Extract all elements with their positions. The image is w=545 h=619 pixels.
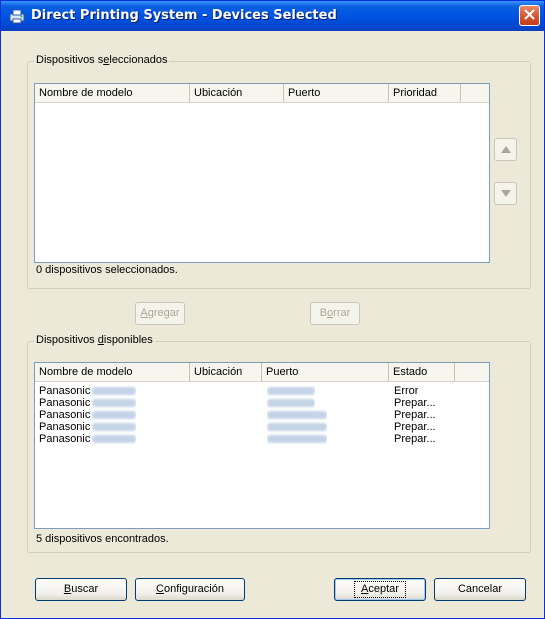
port-cell xyxy=(267,397,315,409)
configuration-button[interactable]: Configuración xyxy=(135,578,245,601)
model-cell: Panasonic xyxy=(39,385,137,397)
accept-label: Aceptar xyxy=(354,581,406,598)
add-button[interactable]: Agregar xyxy=(135,302,185,325)
column-header-status[interactable]: Estado xyxy=(389,363,455,381)
arrow-down-icon xyxy=(500,188,511,200)
move-up-button[interactable] xyxy=(494,138,517,161)
column-header-port[interactable]: Puerto xyxy=(284,84,389,102)
found-count-text: 5 dispositivos encontrados. xyxy=(36,533,169,545)
window-title: Direct Printing System - Devices Selecte… xyxy=(31,8,337,23)
close-button[interactable] xyxy=(519,5,540,26)
available-list-header: Nombre de modelo Ubicación Puerto Estado xyxy=(35,363,489,382)
search-button[interactable]: Buscar xyxy=(35,578,127,601)
port-cell xyxy=(267,421,327,433)
title-bar[interactable]: Direct Printing System - Devices Selecte… xyxy=(1,1,544,31)
port-cell xyxy=(267,409,327,421)
model-cell: Panasonic xyxy=(39,421,137,433)
redacted-model xyxy=(92,435,137,444)
redacted-port xyxy=(267,435,327,444)
column-header-priority[interactable]: Prioridad xyxy=(389,84,461,102)
status-cell: Prepar... xyxy=(394,397,436,409)
delete-button[interactable]: Borrar xyxy=(310,302,360,325)
redacted-port xyxy=(267,399,315,408)
dialog-window: Direct Printing System - Devices Selecte… xyxy=(0,0,545,619)
printer-system-icon xyxy=(9,8,25,24)
model-cell: Panasonic xyxy=(39,433,137,445)
table-row[interactable]: Panasonic Error xyxy=(35,385,489,397)
table-row[interactable]: Panasonic Prepar... xyxy=(35,397,489,409)
column-header-port[interactable]: Puerto xyxy=(262,363,389,381)
redacted-port xyxy=(267,423,327,432)
redacted-port xyxy=(267,411,327,420)
redacted-model xyxy=(92,387,137,396)
status-cell: Prepar... xyxy=(394,421,436,433)
close-icon xyxy=(524,9,535,23)
arrow-up-icon xyxy=(500,144,511,156)
column-header-model[interactable]: Nombre de modelo xyxy=(35,84,190,102)
available-devices-group: Dispositivos disponibles Nombre de model… xyxy=(27,334,531,553)
available-devices-legend: Dispositivos disponibles xyxy=(34,334,155,346)
selected-count-text: 0 dispositivos seleccionados. xyxy=(36,264,178,276)
redacted-model xyxy=(92,423,137,432)
column-header-location[interactable]: Ubicación xyxy=(190,363,262,381)
model-cell: Panasonic xyxy=(39,409,137,421)
column-header-location[interactable]: Ubicación xyxy=(190,84,284,102)
status-cell: Prepar... xyxy=(394,409,436,421)
port-cell xyxy=(267,433,327,445)
redacted-model xyxy=(92,399,137,408)
table-row[interactable]: Panasonic Prepar... xyxy=(35,421,489,433)
selected-devices-legend: Dispositivos seleccionados xyxy=(34,54,170,66)
redacted-model xyxy=(92,411,137,420)
status-cell: Error xyxy=(394,385,419,397)
selected-devices-list[interactable]: Nombre de modelo Ubicación Puerto Priori… xyxy=(34,83,490,263)
model-cell: Panasonic xyxy=(39,397,137,409)
selected-list-header: Nombre de modelo Ubicación Puerto Priori… xyxy=(35,84,489,103)
available-devices-list[interactable]: Nombre de modelo Ubicación Puerto Estado… xyxy=(34,362,490,529)
table-row[interactable]: Panasonic Prepar... xyxy=(35,433,489,445)
selected-devices-group: Dispositivos seleccionados Nombre de mod… xyxy=(27,54,531,289)
port-cell xyxy=(267,385,315,397)
status-cell: Prepar... xyxy=(394,433,436,445)
table-row[interactable]: Panasonic Prepar... xyxy=(35,409,489,421)
accept-button[interactable]: Aceptar xyxy=(334,578,426,601)
move-down-button[interactable] xyxy=(494,182,517,205)
redacted-port xyxy=(267,387,315,396)
column-header-model[interactable]: Nombre de modelo xyxy=(35,363,190,381)
cancel-button[interactable]: Cancelar xyxy=(434,578,526,601)
